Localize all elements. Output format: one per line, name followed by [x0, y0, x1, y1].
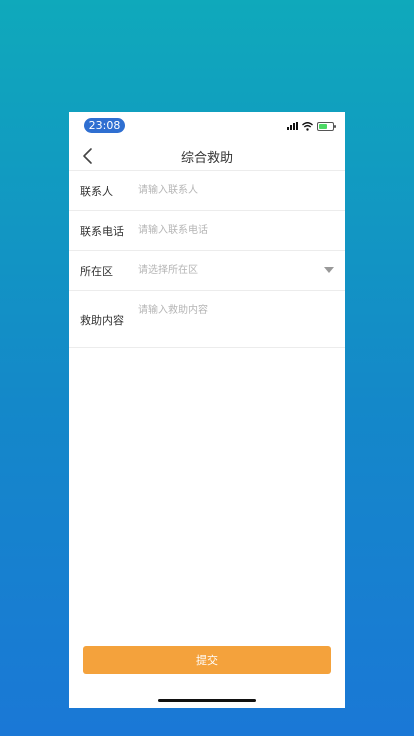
contact-row: 联系人 — [69, 170, 345, 211]
content-label: 救助内容 — [80, 314, 124, 327]
status-time: 23:08 — [84, 118, 125, 133]
dropdown-arrow-icon[interactable] — [324, 267, 334, 273]
district-label: 所在区 — [80, 265, 113, 278]
district-select[interactable] — [138, 263, 315, 277]
app-screen: 23:08 综合救助 联系人 联系电话 所在区 — [69, 112, 345, 708]
status-icons — [287, 121, 336, 131]
battery-icon — [317, 121, 336, 131]
submit-button[interactable]: 提交 — [83, 646, 331, 674]
page-title: 综合救助 — [180, 151, 233, 166]
contact-input[interactable] — [138, 183, 335, 197]
phone-input[interactable] — [138, 223, 335, 237]
contact-label: 联系人 — [80, 185, 113, 198]
content-row: 救助内容 — [69, 290, 345, 348]
district-row[interactable]: 所在区 — [69, 250, 345, 291]
phone-row: 联系电话 — [69, 210, 345, 251]
wifi-icon — [302, 121, 313, 131]
status-bar: 23:08 — [69, 112, 345, 138]
phone-label: 联系电话 — [80, 225, 124, 238]
home-indicator — [158, 699, 256, 702]
navigation-bar: 综合救助 — [69, 140, 345, 171]
content-textarea[interactable] — [138, 301, 335, 341]
signal-icon — [287, 122, 298, 130]
